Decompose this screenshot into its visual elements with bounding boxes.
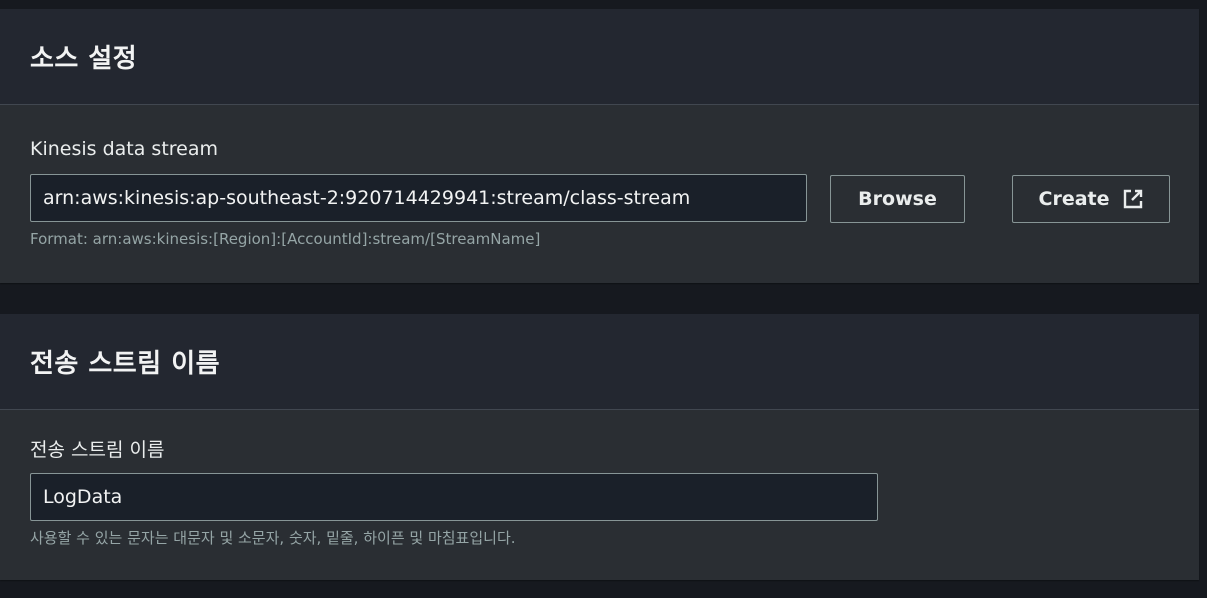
kinesis-stream-format-hint: Format: arn:aws:kinesis:[Region]:[Accoun… bbox=[30, 230, 541, 248]
delivery-stream-title: 전송 스트림 이름 bbox=[30, 349, 221, 379]
source-settings-body: Kinesis data stream Format: arn:aws:kine… bbox=[0, 105, 1199, 283]
delivery-stream-name-label: 전송 스트림 이름 bbox=[30, 439, 165, 461]
create-button[interactable]: Create bbox=[1012, 175, 1170, 223]
kinesis-stream-label: Kinesis data stream bbox=[30, 138, 219, 160]
external-link-icon bbox=[1122, 188, 1144, 210]
source-settings-header: 소스 설정 bbox=[0, 9, 1199, 105]
kinesis-stream-input[interactable] bbox=[30, 174, 807, 222]
delivery-stream-header: 전송 스트림 이름 bbox=[0, 314, 1199, 410]
delivery-stream-name-hint: 사용할 수 있는 문자는 대문자 및 소문자, 숫자, 밑줄, 하이픈 및 마침… bbox=[30, 529, 516, 547]
browse-button[interactable]: Browse bbox=[830, 175, 965, 223]
source-settings-title: 소스 설정 bbox=[30, 44, 138, 74]
create-button-label: Create bbox=[1038, 188, 1110, 210]
source-settings-panel: 소스 설정 Kinesis data stream Format: arn:aw… bbox=[0, 9, 1199, 283]
delivery-stream-name-input[interactable] bbox=[30, 473, 878, 521]
browse-button-label: Browse bbox=[858, 188, 937, 210]
delivery-stream-body: 전송 스트림 이름 사용할 수 있는 문자는 대문자 및 소문자, 숫자, 밑줄… bbox=[0, 410, 1199, 580]
delivery-stream-panel: 전송 스트림 이름 전송 스트림 이름 사용할 수 있는 문자는 대문자 및 소… bbox=[0, 314, 1199, 580]
